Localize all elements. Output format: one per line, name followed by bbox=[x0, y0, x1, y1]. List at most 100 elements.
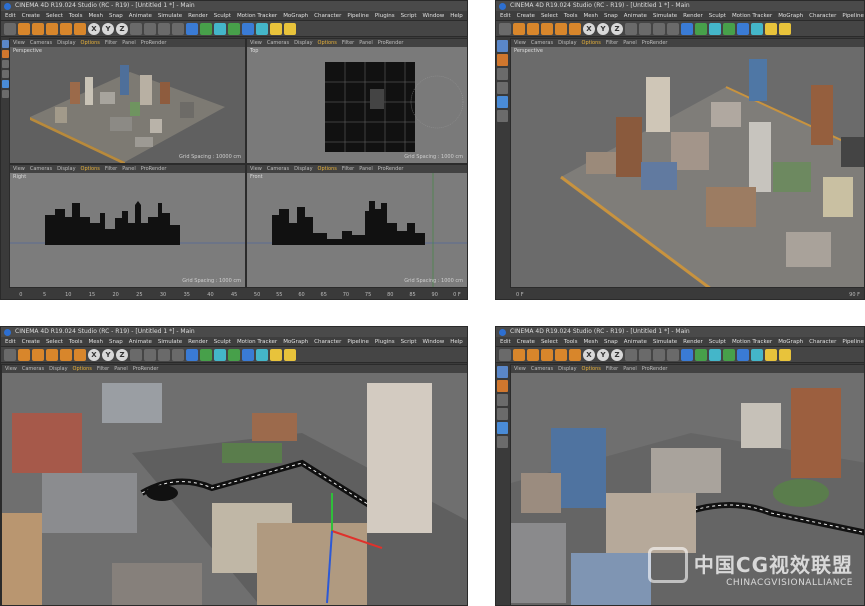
floor-icon[interactable] bbox=[751, 348, 763, 361]
menu-script[interactable]: Script bbox=[401, 339, 417, 345]
vp-menu-prorender[interactable]: ProRender bbox=[378, 166, 404, 172]
menu-sculpt[interactable]: Sculpt bbox=[214, 339, 231, 345]
vp-menu-view[interactable]: View bbox=[250, 40, 262, 46]
cube-icon[interactable] bbox=[186, 22, 198, 35]
timeline-ruler[interactable]: 50 55 60 65 70 75 80 85 90 0 F bbox=[246, 288, 467, 299]
texture-mode-icon[interactable] bbox=[2, 50, 9, 58]
move-icon[interactable] bbox=[527, 348, 539, 361]
select-icon[interactable] bbox=[18, 348, 30, 361]
undo-icon[interactable] bbox=[4, 348, 16, 361]
array-icon[interactable] bbox=[228, 348, 240, 361]
menu-mesh[interactable]: Mesh bbox=[88, 13, 102, 19]
polygons-mode-icon[interactable] bbox=[497, 96, 508, 108]
render-view-icon[interactable] bbox=[144, 22, 156, 35]
vp-menu-cameras[interactable]: Cameras bbox=[531, 40, 553, 46]
texture-mode-icon[interactable] bbox=[497, 54, 508, 66]
coordinate-system-icon[interactable] bbox=[130, 348, 142, 361]
menu-motion-tracker[interactable]: Motion Tracker bbox=[732, 339, 772, 345]
recent-tool-icon[interactable] bbox=[569, 22, 581, 35]
vp-menu-panel[interactable]: Panel bbox=[122, 40, 136, 46]
timeline-ruler[interactable]: 0 5 10 15 20 25 30 35 40 45 bbox=[9, 288, 246, 299]
menu-pipeline[interactable]: Pipeline bbox=[347, 13, 369, 19]
x-axis-button[interactable]: X bbox=[88, 22, 100, 35]
menu-create[interactable]: Create bbox=[22, 13, 40, 19]
x-axis-button[interactable]: X bbox=[583, 22, 595, 35]
vp-menu-prorender[interactable]: ProRender bbox=[642, 366, 668, 372]
light-icon[interactable] bbox=[284, 348, 296, 361]
camera-icon[interactable] bbox=[765, 22, 777, 35]
render-view-icon[interactable] bbox=[639, 22, 651, 35]
menu-animate[interactable]: Animate bbox=[624, 339, 647, 345]
menu-plugins[interactable]: Plugins bbox=[375, 13, 395, 19]
right-viewport[interactable]: View Cameras Display Options Filter Panel ProR… bbox=[9, 164, 246, 288]
render-settings-icon[interactable] bbox=[172, 22, 184, 35]
vp-menu-prorender[interactable]: ProRender bbox=[141, 40, 167, 46]
y-axis-button[interactable]: Y bbox=[102, 348, 114, 361]
vp-menu-filter[interactable]: Filter bbox=[105, 40, 117, 46]
vp-menu-filter[interactable]: Filter bbox=[97, 366, 109, 372]
vp-menu-cameras[interactable]: Cameras bbox=[30, 40, 52, 46]
menu-mograph[interactable]: MoGraph bbox=[778, 13, 803, 19]
menu-render[interactable]: Render bbox=[188, 339, 208, 345]
vp-menu-options[interactable]: Options bbox=[582, 40, 601, 46]
y-axis-button[interactable]: Y bbox=[597, 348, 609, 361]
menu-tools[interactable]: Tools bbox=[564, 13, 578, 19]
z-axis-button[interactable]: Z bbox=[611, 22, 623, 35]
vp-menu-options[interactable]: Options bbox=[81, 166, 100, 172]
deformer-icon[interactable] bbox=[737, 348, 749, 361]
menu-simulate[interactable]: Simulate bbox=[158, 13, 182, 19]
vp-menu-cameras[interactable]: Cameras bbox=[22, 366, 44, 372]
vp-menu-cameras[interactable]: Cameras bbox=[267, 40, 289, 46]
menu-window[interactable]: Window bbox=[423, 13, 445, 19]
menu-tools[interactable]: Tools bbox=[69, 13, 83, 19]
select-icon[interactable] bbox=[513, 348, 525, 361]
render-picture-viewer-icon[interactable] bbox=[158, 348, 170, 361]
menu-snap[interactable]: Snap bbox=[109, 339, 123, 345]
vp-menu-panel[interactable]: Panel bbox=[122, 166, 136, 172]
menu-edit[interactable]: Edit bbox=[5, 13, 16, 19]
menu-plugins[interactable]: Plugins bbox=[375, 339, 395, 345]
menu-create[interactable]: Create bbox=[517, 339, 535, 345]
render-view-icon[interactable] bbox=[144, 348, 156, 361]
render-settings-icon[interactable] bbox=[667, 22, 679, 35]
rotate-icon[interactable] bbox=[555, 22, 567, 35]
menu-simulate[interactable]: Simulate bbox=[158, 339, 182, 345]
render-settings-icon[interactable] bbox=[667, 348, 679, 361]
vp-menu-panel[interactable]: Panel bbox=[623, 40, 637, 46]
menu-create[interactable]: Create bbox=[22, 339, 40, 345]
menu-sculpt[interactable]: Sculpt bbox=[709, 13, 726, 19]
menu-simulate[interactable]: Simulate bbox=[653, 13, 677, 19]
deformer-icon[interactable] bbox=[242, 22, 254, 35]
rotate-icon[interactable] bbox=[60, 348, 72, 361]
vp-menu-panel[interactable]: Panel bbox=[114, 366, 128, 372]
subdivision-icon[interactable] bbox=[709, 22, 721, 35]
menu-mesh[interactable]: Mesh bbox=[583, 13, 597, 19]
model-mode-icon[interactable] bbox=[497, 366, 508, 378]
menu-animate[interactable]: Animate bbox=[129, 13, 152, 19]
x-axis-button[interactable]: X bbox=[583, 348, 595, 361]
menu-mograph[interactable]: MoGraph bbox=[283, 13, 308, 19]
scale-icon[interactable] bbox=[541, 22, 553, 35]
vp-menu-prorender[interactable]: ProRender bbox=[141, 166, 167, 172]
texture-mode-icon[interactable] bbox=[497, 380, 508, 392]
move-icon[interactable] bbox=[32, 348, 44, 361]
menu-script[interactable]: Script bbox=[401, 13, 417, 19]
pen-icon[interactable] bbox=[695, 348, 707, 361]
perspective-viewport[interactable]: View Cameras Display Options Filter Panel ProR… bbox=[9, 38, 246, 164]
menu-render[interactable]: Render bbox=[683, 13, 703, 19]
vp-menu-prorender[interactable]: ProRender bbox=[133, 366, 159, 372]
vp-menu-panel[interactable]: Panel bbox=[359, 166, 373, 172]
vp-menu-view[interactable]: View bbox=[250, 166, 262, 172]
snap-icon[interactable] bbox=[497, 110, 508, 122]
move-icon[interactable] bbox=[32, 22, 44, 35]
menu-mesh[interactable]: Mesh bbox=[88, 339, 102, 345]
menu-motion-tracker[interactable]: Motion Tracker bbox=[237, 13, 277, 19]
vp-menu-panel[interactable]: Panel bbox=[359, 40, 373, 46]
pen-icon[interactable] bbox=[200, 348, 212, 361]
floor-icon[interactable] bbox=[256, 22, 268, 35]
menu-edit[interactable]: Edit bbox=[5, 339, 16, 345]
undo-icon[interactable] bbox=[499, 22, 511, 35]
camera-icon[interactable] bbox=[765, 348, 777, 361]
coordinate-system-icon[interactable] bbox=[625, 348, 637, 361]
menu-character[interactable]: Character bbox=[809, 339, 836, 345]
